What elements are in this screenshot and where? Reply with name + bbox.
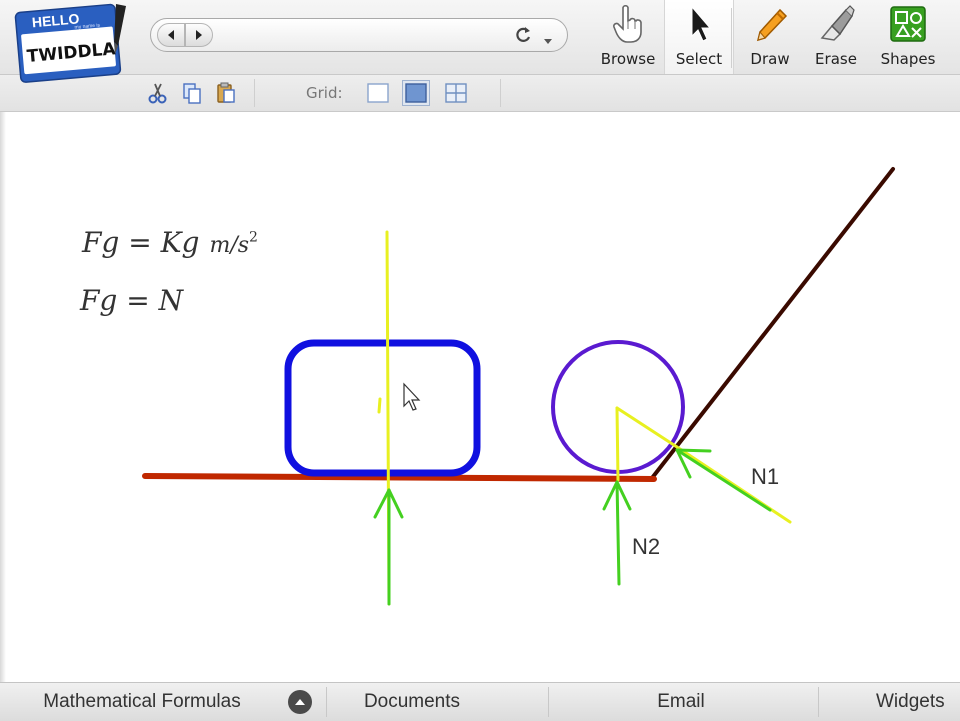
cut-button[interactable]	[146, 81, 170, 105]
label-n1: N1	[751, 464, 780, 489]
address-bar	[150, 18, 568, 52]
yellow-mark[interactable]	[377, 397, 382, 414]
chevron-down-icon	[544, 39, 552, 44]
tab-documents[interactable]: Documents	[328, 683, 496, 721]
tab-email[interactable]: Email	[550, 683, 812, 721]
pencil-icon	[750, 4, 790, 44]
copy-icon	[183, 83, 201, 104]
formula-weight: Fg = Kg m/s2	[82, 226, 258, 259]
edit-divider	[254, 79, 255, 107]
tab-email-label: Email	[657, 691, 705, 712]
triangle-right-icon	[196, 30, 202, 40]
ramp-line[interactable]	[650, 167, 895, 480]
tool-shapes[interactable]: Shapes	[874, 0, 942, 74]
tool-browse[interactable]: Browse	[594, 0, 662, 74]
label-n2: N2	[632, 534, 661, 559]
formula-normal: Fg = N	[80, 284, 184, 317]
grid-fill-icon	[405, 83, 427, 103]
collapse-panel-button[interactable]	[288, 690, 312, 714]
refresh-dropdown[interactable]	[543, 31, 553, 50]
drawing-layer	[142, 167, 895, 606]
refresh-icon	[516, 27, 531, 42]
eraser-icon	[816, 4, 856, 44]
edit-toolbar: Grid:	[0, 75, 960, 112]
tab-divider	[818, 687, 819, 717]
tab-documents-label: Documents	[363, 691, 461, 712]
paste-icon	[217, 82, 235, 103]
tool-erase-label: Erase	[815, 50, 857, 68]
tab-mathematical-formulas[interactable]: Mathematical Formulas	[20, 683, 264, 721]
triangle-left-icon	[168, 30, 174, 40]
forward-button[interactable]	[185, 23, 213, 47]
tool-shapes-label: Shapes	[880, 50, 936, 68]
canvas-left-shadow	[0, 112, 6, 682]
tab-divider	[548, 687, 549, 717]
url-input[interactable]	[219, 24, 513, 48]
back-button[interactable]	[157, 23, 185, 47]
formula-weight-exp: 2	[249, 229, 258, 246]
tab-widgets-label: Widgets	[876, 691, 945, 712]
cut-icon	[148, 83, 167, 104]
tool-draw-label: Draw	[750, 50, 790, 68]
tab-divider	[326, 687, 327, 717]
tool-select[interactable]: Select	[664, 0, 734, 74]
name-tag-logo-icon: HELLO my name is TWIDDLA	[14, 3, 126, 83]
yellow-circle-vertical[interactable]	[615, 406, 620, 482]
shapes-icon	[888, 4, 928, 44]
yellow-circle-radius[interactable]	[615, 406, 679, 449]
grid-fill-button[interactable]	[402, 80, 430, 106]
chevron-up-icon	[295, 699, 305, 705]
tab-widgets[interactable]: Widgets	[876, 683, 960, 721]
tool-erase[interactable]: Erase	[802, 0, 870, 74]
grid-lines-button[interactable]	[442, 80, 470, 106]
grid-none-icon	[367, 83, 389, 103]
grid-divider	[500, 79, 501, 107]
main-toolbar: Browse Select Draw Erase Shapes	[0, 0, 960, 75]
refresh-button[interactable]	[513, 25, 533, 49]
grid-lines-icon	[445, 83, 467, 103]
formula-weight-lhs: Fg = Kg	[82, 226, 200, 259]
paste-button[interactable]	[214, 81, 238, 105]
bottom-tab-bar: Mathematical Formulas Documents Email Wi…	[0, 682, 960, 721]
formula-weight-unit: m/s	[209, 233, 250, 258]
twiddla-logo: HELLO my name is TWIDDLA	[14, 2, 130, 86]
box-shape[interactable]	[284, 339, 481, 477]
toolbar-divider	[731, 8, 732, 68]
tab-mathematical-formulas-label: Mathematical Formulas	[43, 691, 241, 712]
grid-none-button[interactable]	[364, 80, 392, 106]
tool-browse-label: Browse	[600, 50, 656, 68]
copy-button[interactable]	[180, 81, 204, 105]
mouse-cursor-icon	[403, 382, 421, 411]
green-arrow-n2[interactable]	[615, 480, 621, 586]
arrow-cursor-icon	[679, 4, 719, 44]
hand-pointer-icon	[608, 4, 648, 44]
tool-select-label: Select	[675, 50, 723, 68]
tool-draw[interactable]: Draw	[736, 0, 804, 74]
grid-label: Grid:	[306, 84, 343, 102]
whiteboard-canvas[interactable]: Fg = Kg m/s2 Fg = N N1 N2	[0, 112, 960, 682]
